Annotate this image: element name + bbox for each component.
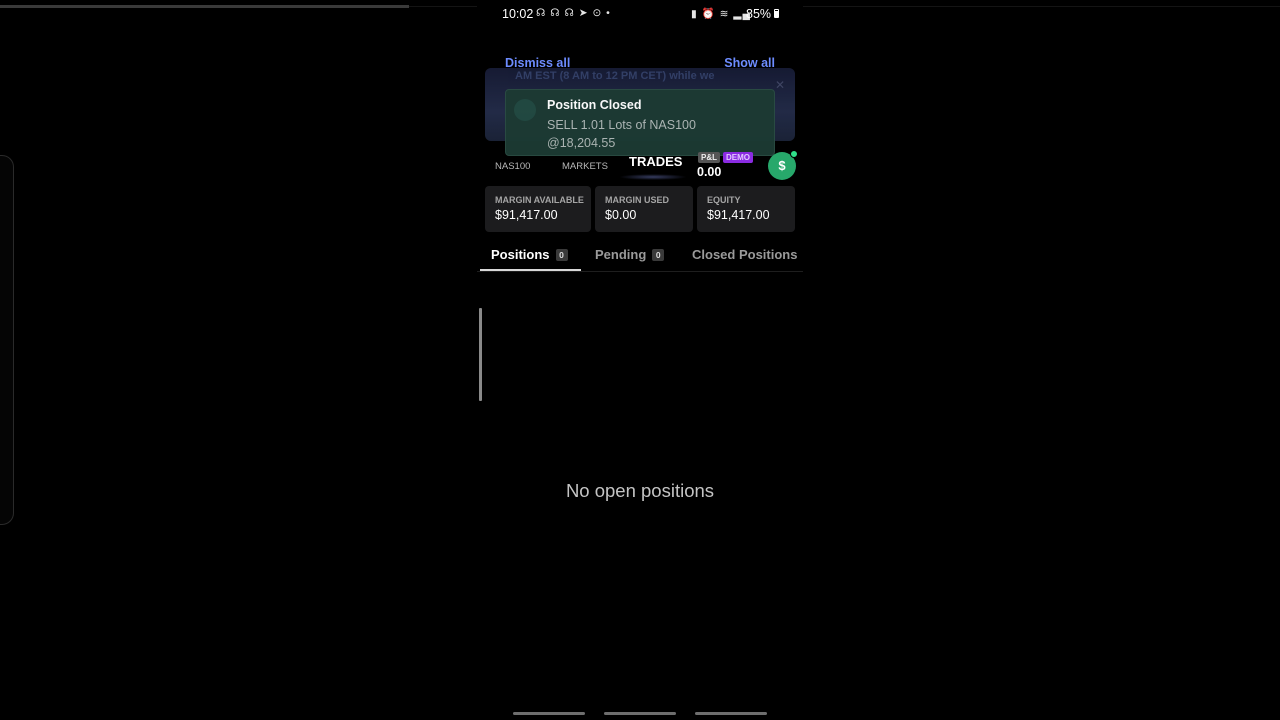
margin-used-card: MARGIN USED $0.00 [595, 186, 693, 232]
gesture-nav-handle[interactable] [695, 712, 767, 715]
tab-closed-positions[interactable]: Closed Positions [692, 247, 797, 262]
gesture-nav-handle[interactable] [513, 712, 585, 715]
empty-state-message: No open positions [565, 480, 715, 501]
nav-trades-indicator [619, 174, 687, 180]
status-time: 10:02 [502, 7, 534, 21]
nav-symbol-nas100[interactable]: NAS100 [495, 161, 530, 172]
tab-closed-positions-label: Closed Positions [692, 247, 798, 262]
notification-icons: ☊ ☊ ☊ ➤ ⊙ • [536, 7, 611, 19]
video-progress-bar [0, 5, 409, 8]
tab-positions-label: Positions [491, 247, 550, 262]
equity-label: EQUITY [707, 195, 741, 205]
margin-available-value: $91,417.00 [495, 208, 558, 222]
tab-pending-label: Pending [595, 247, 647, 262]
show-all-button[interactable]: Show all [724, 56, 775, 70]
positions-count-badge: 0 [555, 249, 568, 261]
position-closed-notification[interactable]: Position Closed SELL 1.01 Lots of NAS100… [505, 89, 775, 156]
battery-icon [774, 9, 779, 18]
margin-used-label: MARGIN USED [605, 195, 670, 205]
equity-card: EQUITY $91,417.00 [697, 186, 795, 232]
close-icon[interactable]: ✕ [775, 78, 785, 92]
pl-value: 0.00 [697, 165, 722, 179]
notification-body: SELL 1.01 Lots of NAS100 @18,204.55 [547, 118, 696, 150]
notification-shade-header: Dismiss all Show all [477, 52, 803, 74]
margin-available-label: MARGIN AVAILABLE [495, 195, 584, 205]
edge-panel-handle[interactable] [0, 155, 14, 525]
app-nav-bar: NAS100 MARKETS TRADES P&L DEMO 0.00 $ [477, 148, 803, 182]
gesture-nav-handle[interactable] [604, 712, 676, 715]
tab-positions[interactable]: Positions 0 [491, 247, 568, 262]
app-icon [514, 99, 536, 121]
pending-count-badge: 0 [652, 249, 665, 261]
positions-tabs: Positions 0 Pending 0 Closed Positions [477, 240, 803, 272]
margin-used-value: $0.00 [605, 208, 637, 222]
dismiss-all-button[interactable]: Dismiss all [505, 56, 570, 70]
phone-screen: 10:02 ☊ ☊ ☊ ➤ ⊙ • ▮ ⏰ ≋ ▂▄ 85% AM EST (8… [477, 0, 803, 720]
demo-badge: DEMO [723, 152, 753, 163]
battery-percentage: 85% [746, 7, 772, 21]
margin-available-card: MARGIN AVAILABLE $91,417.00 [485, 186, 591, 232]
notification-title: Position Closed [547, 98, 642, 112]
status-bar: 10:02 ☊ ☊ ☊ ➤ ⊙ • ▮ ⏰ ≋ ▂▄ 85% [477, 0, 803, 28]
active-tab-underline [480, 269, 581, 271]
tab-pending[interactable]: Pending 0 [595, 247, 665, 262]
nav-markets[interactable]: MARKETS [562, 161, 608, 172]
notification-dot [790, 150, 798, 158]
system-status-icons: ▮ ⏰ ≋ ▂▄ [691, 8, 751, 20]
scrollbar[interactable] [479, 308, 482, 401]
pl-badge: P&L [698, 152, 720, 163]
equity-value: $91,417.00 [707, 208, 770, 222]
nav-trades[interactable]: TRADES [629, 154, 682, 169]
